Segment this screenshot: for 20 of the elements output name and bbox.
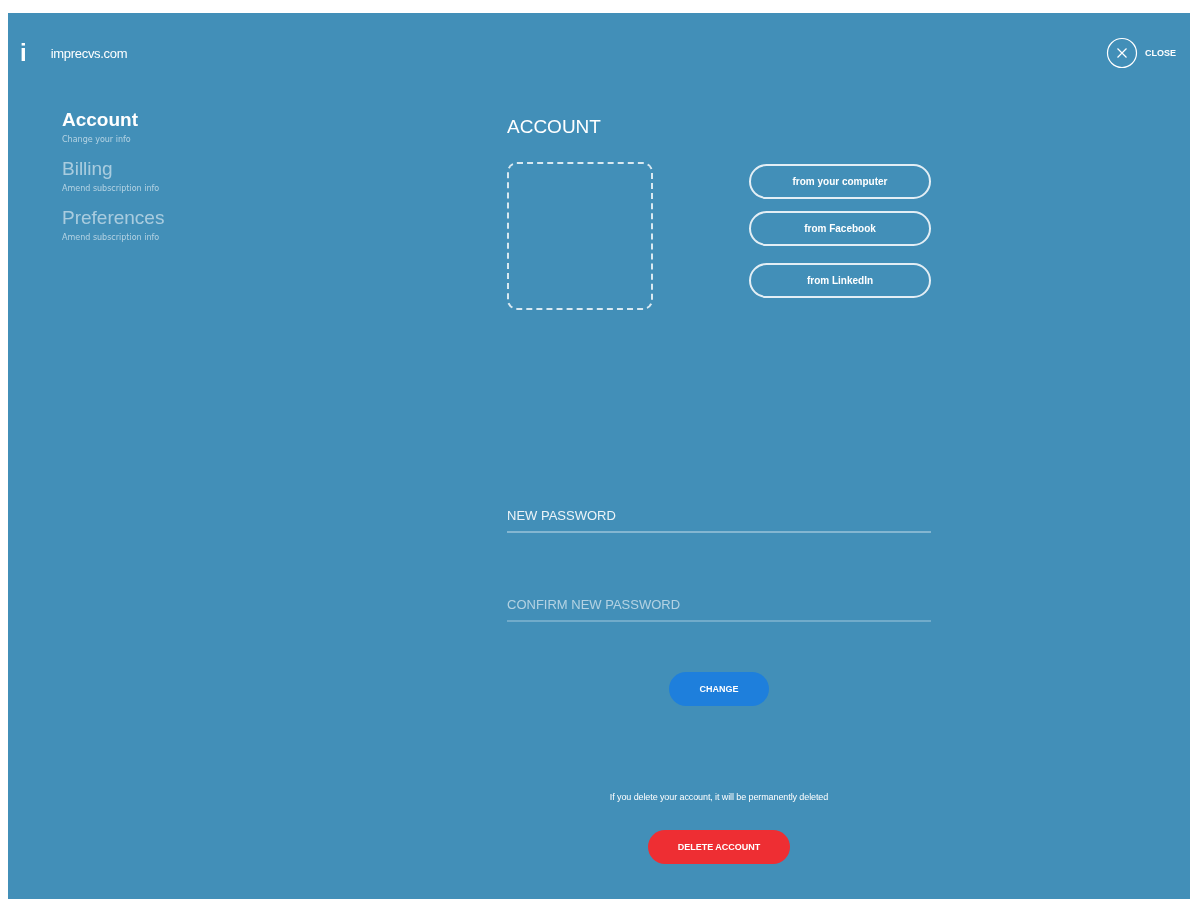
sidebar-item[interactable]: Account (62, 109, 138, 131)
site-name: imprecvs.com (50, 45, 128, 61)
upload-button[interactable]: from Facebook (749, 211, 931, 246)
password-field[interactable]: NEW PASSWORD (507, 508, 931, 533)
sidebar-item[interactable]: Preferences (62, 207, 165, 229)
sidebar-subtitle: Change your info (62, 135, 131, 144)
logo: i (20, 42, 27, 64)
photo-dropzone[interactable] (507, 162, 653, 310)
section-title: ACCOUNT (507, 116, 602, 138)
upload-button[interactable]: from your computer (749, 164, 931, 199)
close-icon (1106, 37, 1138, 69)
password-field[interactable]: CONFIRM NEW PASSWORD (507, 597, 931, 622)
delete-account-button[interactable]: DELETE ACCOUNT (648, 830, 790, 864)
sidebar-subtitle: Amend subscription info (62, 184, 160, 193)
sidebar-item[interactable]: Billing (62, 158, 113, 180)
delete-notice: If you delete your account, it will be permanently deleted (609, 792, 829, 802)
change-button[interactable]: CHANGE (669, 672, 769, 706)
close-button[interactable]: CLOSE (1106, 37, 1176, 69)
sidebar-subtitle: Amend subscription info (62, 233, 160, 242)
upload-button[interactable]: from LinkedIn (749, 263, 931, 298)
